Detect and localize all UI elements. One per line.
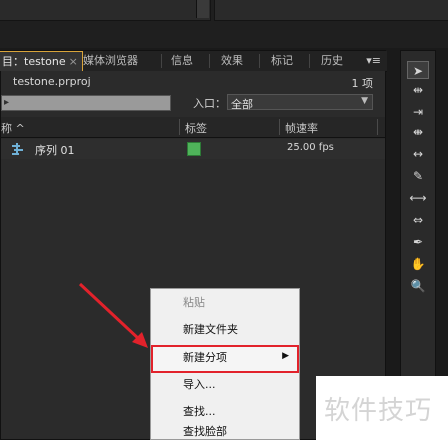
zoom-tool-icon[interactable]: 🔍 — [407, 277, 429, 295]
tab-label: 目：testone — [2, 55, 66, 68]
sequence-name: 序列 01 — [35, 144, 75, 157]
menu-item-new-item[interactable]: 新建分项 — [183, 350, 227, 366]
rate-stretch-tool-icon[interactable]: ↔ — [407, 145, 429, 163]
menu-item-new-folder[interactable]: 新建文件夹 — [183, 322, 238, 338]
table-row[interactable]: 序列 01 25.00 fps — [1, 139, 385, 159]
top-panel-area — [0, 0, 448, 48]
tab-divider — [309, 54, 310, 68]
tab-media-browser[interactable]: 媒体浏览器 — [83, 51, 138, 71]
tab-divider — [161, 54, 162, 68]
menu-item-find[interactable]: 查找... — [183, 404, 216, 420]
tab-project[interactable]: 目：testone × — [0, 51, 83, 71]
entry-value: 全部 — [231, 98, 253, 111]
entry-dropdown[interactable]: 全部 ▼ — [227, 94, 373, 111]
tab-divider — [259, 54, 260, 68]
frame-rate-value: 25.00 fps — [287, 142, 334, 153]
razor-tool-icon[interactable]: ✎ — [407, 167, 429, 185]
entry-label: 入口： — [193, 97, 226, 110]
column-header-name[interactable]: 称 ^ — [1, 120, 25, 136]
watermark-text: 软件技巧 — [324, 396, 433, 426]
submenu-arrow-icon: ▶ — [282, 351, 289, 361]
pen-tool-icon[interactable]: ✒ — [407, 233, 429, 251]
column-divider[interactable] — [179, 119, 180, 135]
search-menu-icon[interactable]: ▸ — [4, 97, 9, 108]
context-menu: 粘贴 新建文件夹 新建分项 ▶ 导入... 查找... 查找脸部 — [150, 288, 300, 440]
column-header-row: 称 ^ 标签 帧速率 — [1, 117, 385, 138]
search-row: ▸ 入口： 全部 ▼ — [1, 93, 385, 115]
chevron-down-icon: ▼ — [361, 96, 368, 106]
panel-tabbar: 目：testone × 媒体浏览器 信息 效果 标记 历史 ▾≡ — [0, 51, 387, 72]
label-color-swatch[interactable] — [187, 142, 201, 156]
ripple-edit-tool-icon[interactable]: ⇥ — [407, 103, 429, 121]
watermark: 软件技巧 — [316, 376, 448, 440]
panel-menu-icon[interactable]: ▾≡ — [366, 51, 381, 71]
hand-tool-icon[interactable]: ✋ — [407, 255, 429, 273]
tab-effects[interactable]: 效果 — [221, 51, 243, 71]
column-header-framerate[interactable]: 帧速率 — [285, 120, 318, 136]
search-input[interactable]: ▸ — [1, 95, 171, 111]
top-left-panel — [0, 0, 211, 21]
column-divider[interactable] — [377, 119, 378, 135]
tab-markers[interactable]: 标记 — [271, 51, 293, 71]
tab-history[interactable]: 历史 — [321, 51, 343, 71]
sequence-icon — [12, 143, 23, 155]
selection-tool-icon[interactable]: ➤ — [407, 61, 429, 79]
menu-item-import[interactable]: 导入... — [183, 377, 216, 393]
column-header-label[interactable]: 标签 — [185, 120, 207, 136]
project-info-row: testone.prproj 1 项 — [1, 71, 385, 91]
top-right-panel — [214, 0, 448, 21]
rolling-edit-tool-icon[interactable]: ⇼ — [407, 123, 429, 141]
menu-item-find-face[interactable]: 查找脸部 — [183, 424, 227, 440]
item-count: 1 项 — [351, 77, 374, 90]
top-scrollbar[interactable] — [196, 0, 209, 18]
tab-info[interactable]: 信息 — [171, 51, 193, 71]
slip-tool-icon[interactable]: ⟷ — [407, 189, 429, 207]
track-select-tool-icon[interactable]: ⇹ — [407, 81, 429, 99]
tab-divider — [209, 54, 210, 68]
column-divider[interactable] — [279, 119, 280, 135]
slide-tool-icon[interactable]: ⇔ — [407, 211, 429, 229]
menu-item-paste[interactable]: 粘贴 — [183, 295, 205, 311]
close-icon[interactable]: × — [69, 55, 78, 68]
project-filename: testone.prproj — [13, 75, 91, 88]
